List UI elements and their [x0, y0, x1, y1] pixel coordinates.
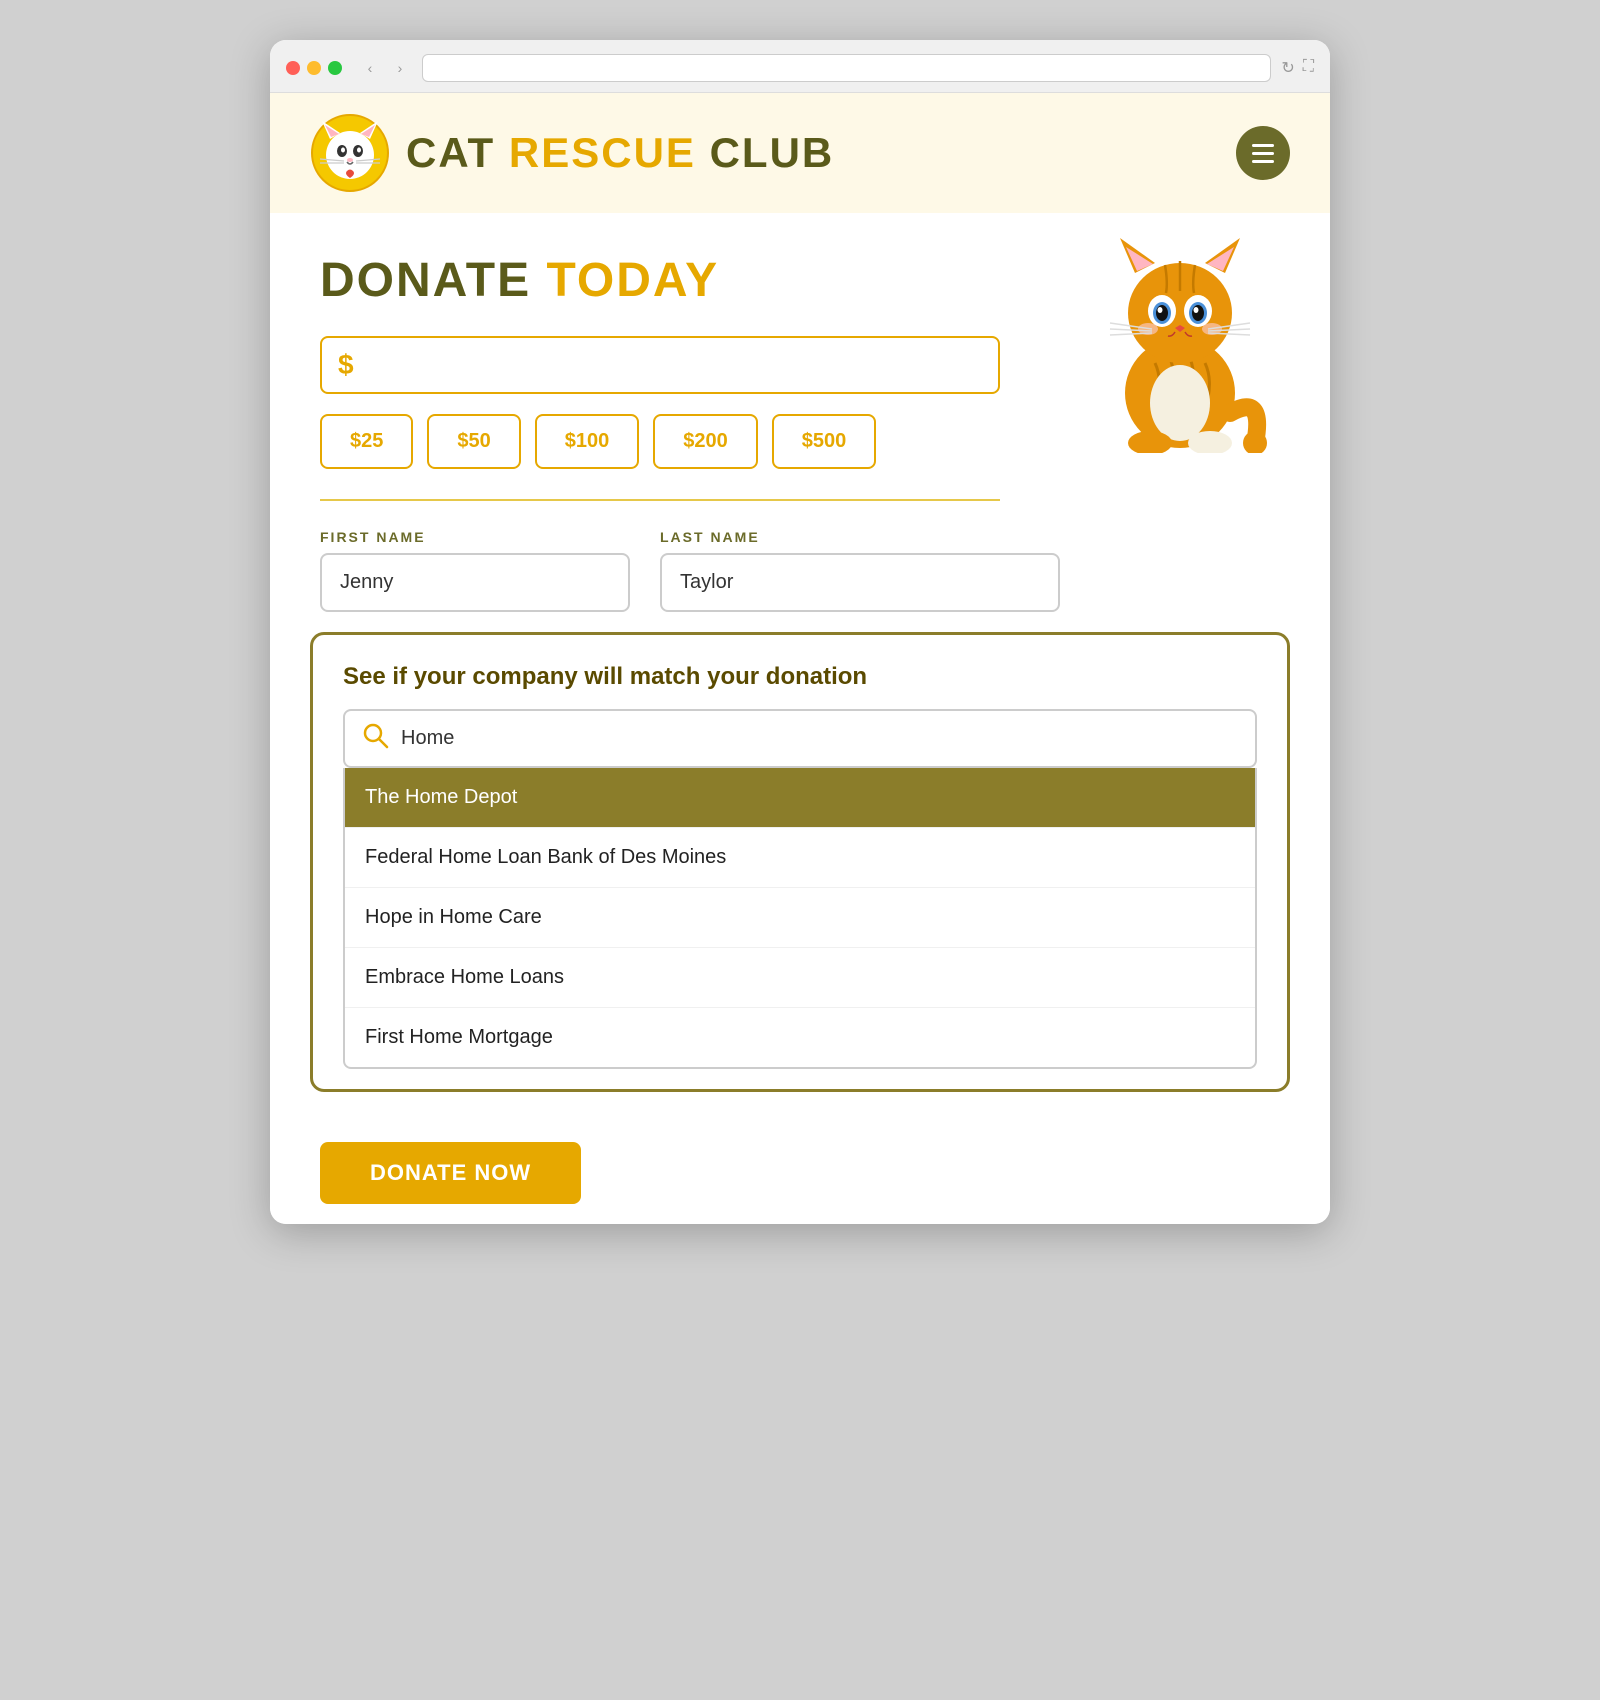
dropdown-item-federal-home-loan[interactable]: Federal Home Loan Bank of Des Moines [345, 828, 1255, 888]
dropdown-item-home-depot[interactable]: The Home Depot [345, 768, 1255, 828]
preset-50-button[interactable]: $50 [427, 414, 520, 469]
refresh-icon[interactable]: ↻ [1281, 58, 1294, 78]
address-bar[interactable] [422, 54, 1271, 82]
company-dropdown-list: The Home Depot Federal Home Loan Bank of… [343, 768, 1257, 1069]
browser-nav: ‹ › [358, 56, 412, 80]
preset-100-button[interactable]: $100 [535, 414, 640, 469]
name-row: FIRST NAME LAST NAME [320, 529, 1280, 612]
close-button[interactable] [286, 61, 300, 75]
today-word: TODAY [546, 254, 719, 307]
bottom-area: DONATE NOW [270, 1122, 1330, 1224]
site-header: CAT RESCUE CLUB [270, 93, 1330, 213]
title-cat: CAT [406, 129, 495, 176]
last-name-input[interactable] [660, 553, 1060, 612]
main-content: DONATE TODAY $ $25 $50 $100 $200 $500 FI… [270, 213, 1330, 1122]
cat-illustration [1090, 233, 1270, 433]
last-name-group: LAST NAME [660, 529, 1060, 612]
traffic-lights [286, 61, 342, 75]
preset-25-button[interactable]: $25 [320, 414, 413, 469]
browser-chrome: ‹ › ↻ ⛶ [270, 40, 1330, 93]
company-search-box [343, 709, 1257, 768]
dropdown-item-embrace-home-loans[interactable]: Embrace Home Loans [345, 948, 1255, 1008]
dropdown-item-hope-home-care[interactable]: Hope in Home Care [345, 888, 1255, 948]
hamburger-button[interactable] [1236, 126, 1290, 180]
company-search-input[interactable] [401, 727, 1239, 750]
fullscreen-icon[interactable]: ⛶ [1303, 58, 1314, 78]
dollar-sign: $ [338, 349, 354, 381]
donate-submit-button[interactable]: DONATE NOW [320, 1142, 581, 1204]
company-match-card: See if your company will match your dona… [310, 632, 1290, 1092]
company-match-title: See if your company will match your dona… [343, 663, 1257, 691]
section-divider [320, 499, 1000, 501]
search-icon [361, 721, 389, 756]
logo-area: CAT RESCUE CLUB [310, 113, 834, 193]
last-name-label: LAST NAME [660, 529, 1060, 545]
first-name-input[interactable] [320, 553, 630, 612]
browser-window: ‹ › ↻ ⛶ [270, 40, 1330, 1224]
minimize-button[interactable] [307, 61, 321, 75]
amount-input[interactable] [364, 342, 982, 388]
amount-input-row: $ [320, 336, 1000, 394]
preset-200-button[interactable]: $200 [653, 414, 758, 469]
logo-cat-icon [310, 113, 390, 193]
preset-500-button[interactable]: $500 [772, 414, 877, 469]
dropdown-item-first-home-mortgage[interactable]: First Home Mortgage [345, 1008, 1255, 1067]
back-button[interactable]: ‹ [358, 56, 382, 80]
donate-word: DONATE [320, 254, 531, 307]
forward-button[interactable]: › [388, 56, 412, 80]
site-title: CAT RESCUE CLUB [406, 129, 834, 177]
first-name-label: FIRST NAME [320, 529, 630, 545]
cat-sitting-icon [1090, 233, 1270, 453]
title-rescue: RESCUE [509, 129, 696, 176]
hamburger-icon [1252, 144, 1274, 163]
browser-actions: ↻ ⛶ [1281, 58, 1314, 78]
title-club: CLUB [710, 129, 835, 176]
first-name-group: FIRST NAME [320, 529, 630, 612]
maximize-button[interactable] [328, 61, 342, 75]
